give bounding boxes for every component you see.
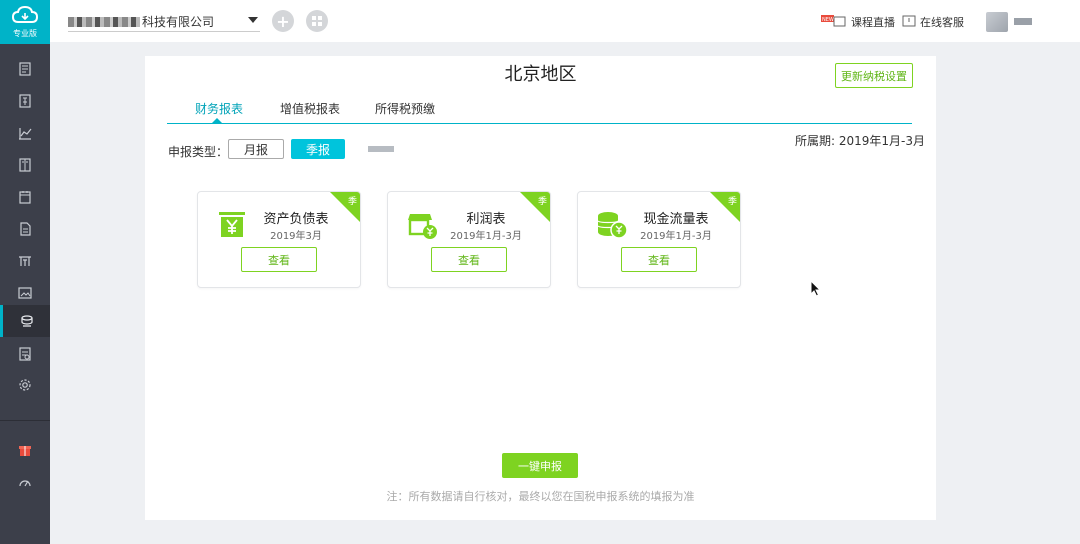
cash-flow-card: 季 现金流量表 2019年1月-3月 查看	[577, 191, 741, 288]
sidebar-item-gift[interactable]	[0, 434, 50, 466]
live-icon: NEW	[821, 14, 847, 30]
plus-icon: +	[276, 11, 290, 31]
calendar-icon	[19, 191, 31, 204]
sidebar-item-declare[interactable]	[0, 305, 50, 337]
company-name-redacted	[68, 16, 140, 27]
apps-button[interactable]	[306, 10, 328, 32]
redacted-label	[368, 146, 394, 152]
online-service-label: 在线客服	[920, 16, 964, 29]
settings-icon	[19, 379, 31, 391]
sidebar-divider	[0, 420, 50, 421]
image-icon	[18, 287, 32, 299]
cloud-icon	[11, 5, 39, 23]
avatar[interactable]	[986, 12, 1008, 32]
sidebar-item-list[interactable]	[0, 338, 50, 370]
add-company-button[interactable]: +	[272, 10, 294, 32]
brand-label: 专业版	[13, 29, 37, 38]
sidebar-item-settings[interactable]	[0, 369, 50, 401]
gift-icon	[19, 446, 31, 456]
grid-icon	[312, 16, 322, 26]
view-cash-flow-button[interactable]: 查看	[621, 247, 697, 272]
sidebar-item-ledger[interactable]	[0, 53, 50, 85]
tab-financial-statements[interactable]: 财务报表	[195, 100, 243, 117]
book-icon	[19, 158, 31, 172]
quarter-badge-label: 季	[347, 197, 357, 207]
sidebar-item-chart[interactable]	[0, 117, 50, 149]
active-tab-indicator	[212, 118, 222, 123]
report-type-label: 申报类型：	[168, 145, 229, 159]
report-type-redacted-button[interactable]	[353, 139, 409, 159]
sidebar: 专业版	[0, 0, 50, 544]
ledger-icon	[19, 62, 31, 76]
sidebar-item-speed[interactable]	[0, 466, 50, 498]
speed-icon	[19, 480, 31, 487]
live-course-label: 课程直播	[851, 16, 895, 29]
view-profit-statement-button[interactable]: 查看	[431, 247, 507, 272]
quarter-badge-label: 季	[537, 197, 547, 207]
live-course-link[interactable]: NEW 课程直播	[821, 14, 895, 30]
declare-icon	[20, 315, 33, 327]
balance-sheet-card: 季 资产负债表 2019年3月 查看	[197, 191, 361, 288]
view-balance-sheet-button[interactable]: 查看	[241, 247, 317, 272]
brand-logo[interactable]: 专业版	[0, 0, 50, 44]
svg-text:NEW: NEW	[822, 17, 834, 23]
report-type-month-button[interactable]: 月报	[228, 139, 284, 159]
sidebar-item-report[interactable]	[0, 213, 50, 245]
card-date: 2019年1月-3月	[640, 231, 712, 242]
page-title: 北京地区	[504, 64, 577, 85]
company-selector[interactable]: 科技有限公司	[68, 12, 260, 32]
chart-icon	[19, 128, 32, 140]
one-click-declare-button[interactable]: 一键申报	[502, 453, 578, 478]
online-service-link[interactable]: 在线客服	[902, 14, 964, 30]
report-tabs: 财务报表 增值税报表 所得税预缴	[167, 98, 912, 124]
card-title: 资产负债表	[263, 212, 329, 227]
report-type-quarter-button[interactable]: 季报	[291, 139, 345, 159]
card-title: 现金流量表	[643, 212, 709, 227]
balance-sheet-icon	[219, 212, 245, 237]
voucher-icon	[19, 94, 31, 108]
chevron-down-icon	[248, 17, 258, 23]
topbar: 科技有限公司 + NEW 课程直播 在线客服	[50, 0, 1080, 42]
sidebar-item-book[interactable]	[0, 149, 50, 181]
sidebar-item-voucher[interactable]	[0, 85, 50, 117]
company-name: 科技有限公司	[142, 15, 215, 29]
sidebar-item-tax[interactable]	[0, 245, 50, 277]
profit-statement-card: 季 利润表 2019年1月-3月 查看	[387, 191, 551, 288]
disclaimer-note: 注：所有数据请自行核对，最终以您在国税申报系统的填报为准	[386, 490, 695, 503]
cash-flow-icon	[597, 212, 628, 239]
tab-income-tax[interactable]: 所得税预缴	[375, 100, 435, 117]
user-name-redacted[interactable]	[1014, 18, 1032, 25]
tax-icon	[19, 256, 31, 266]
mouse-cursor-icon	[810, 280, 822, 297]
card-title: 利润表	[466, 212, 506, 227]
card-date: 2019年3月	[270, 231, 322, 242]
update-tax-settings-button[interactable]: 更新纳税设置	[835, 63, 913, 88]
profit-icon	[408, 214, 437, 239]
quarter-badge-label: 季	[727, 197, 737, 207]
card-date: 2019年1月-3月	[450, 231, 522, 242]
tab-vat-report[interactable]: 增值税报表	[280, 100, 340, 117]
list-icon	[19, 347, 31, 361]
report-icon	[20, 222, 31, 236]
chat-icon	[902, 15, 916, 30]
sidebar-item-calendar[interactable]	[0, 181, 50, 213]
period-label: 所属期: 2019年1月-3月	[795, 134, 925, 148]
